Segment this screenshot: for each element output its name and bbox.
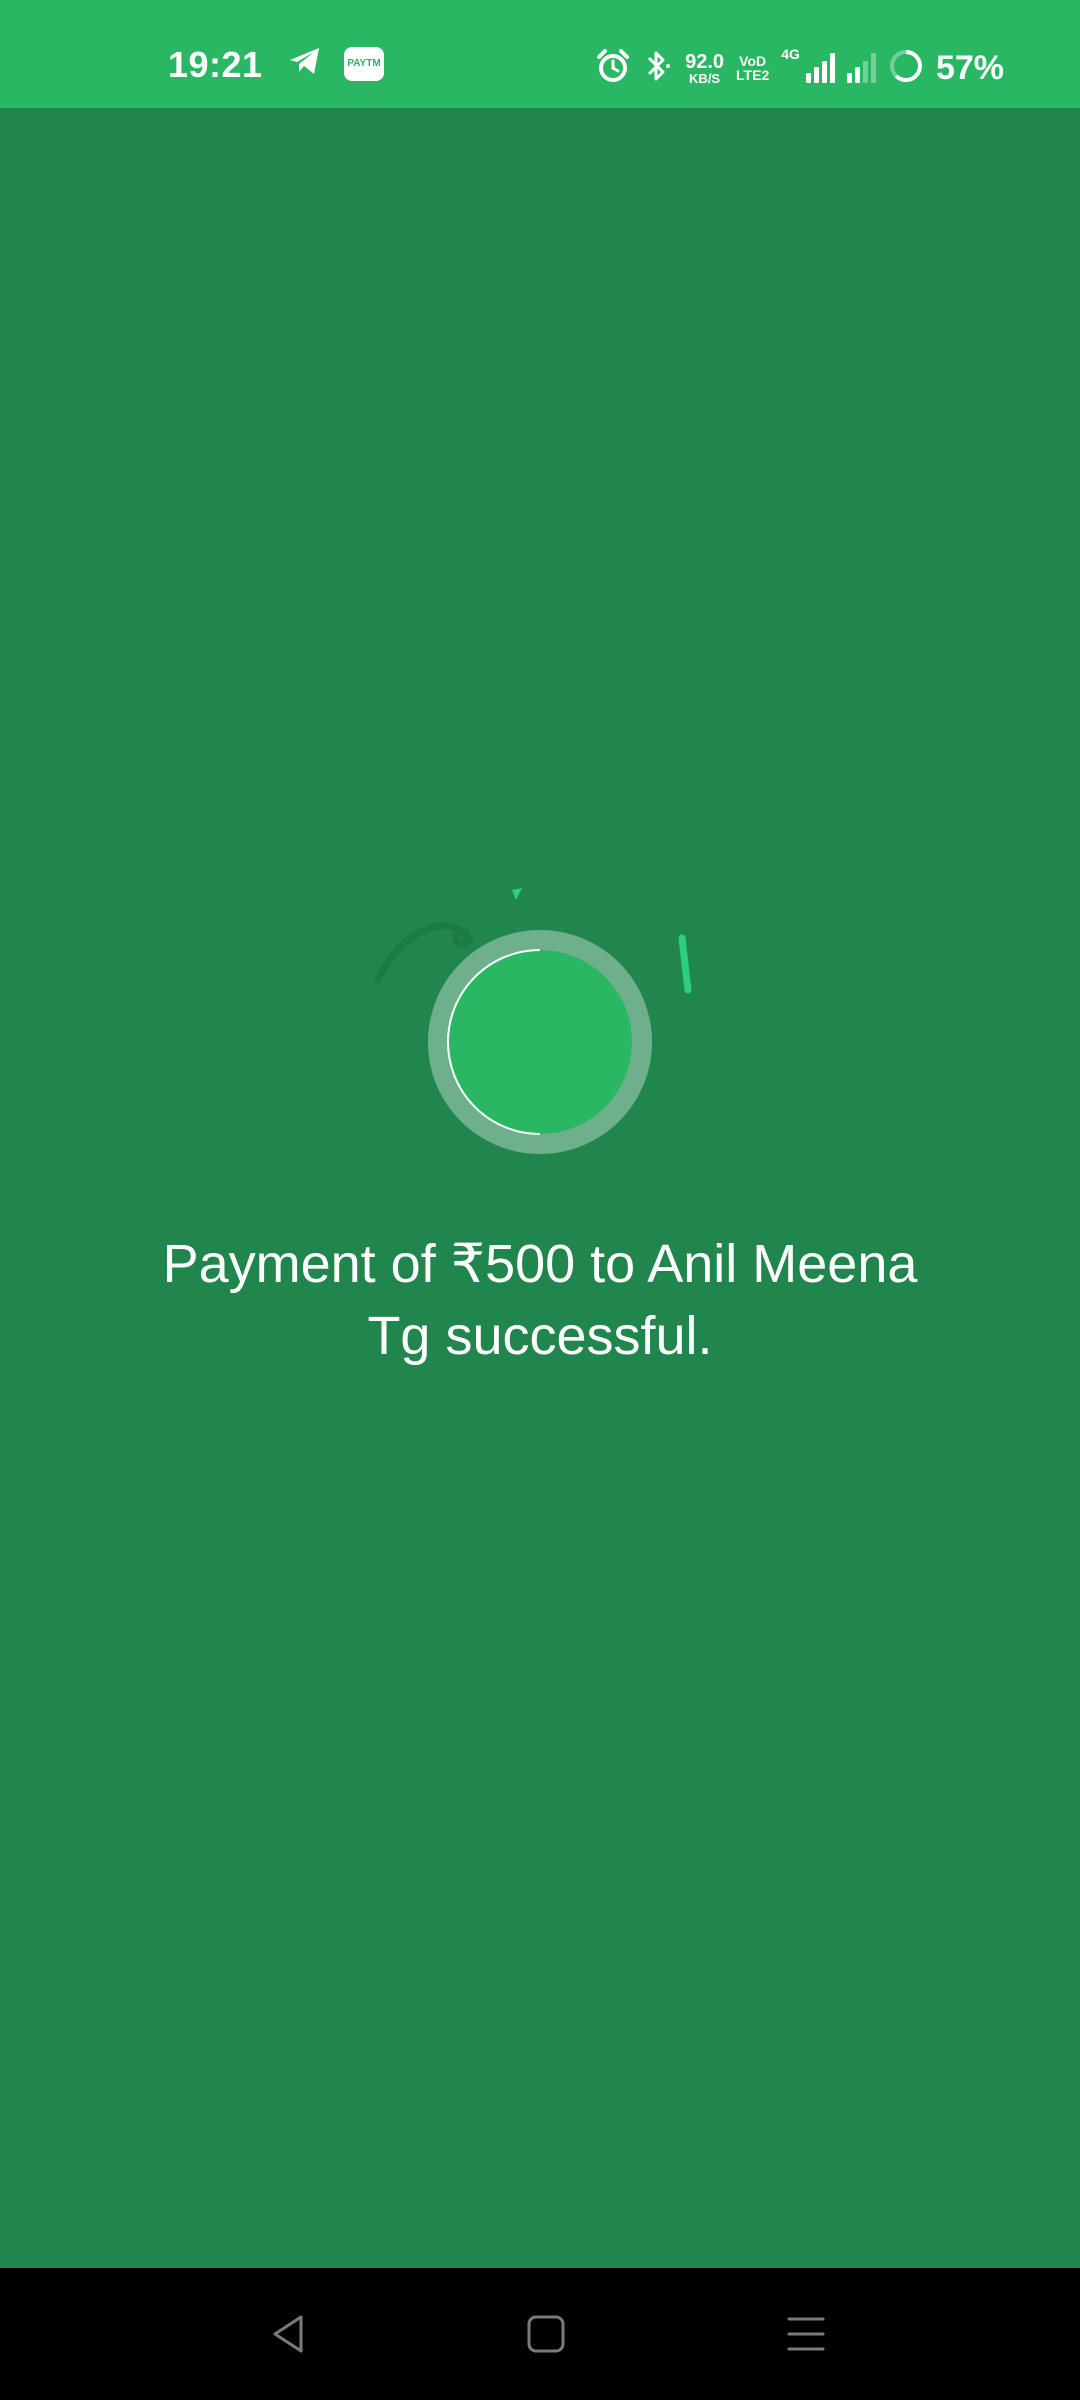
alarm-icon [595,48,631,89]
net-speed-unit: KB/S [689,70,721,86]
navigation-bar [0,2268,1080,2400]
message-line-2: Tg successful. [367,1306,713,1366]
status-right-icons: 92.0 KB/S VoD LTE2 4G 57% [595,44,1004,92]
volte-bottom: LTE2 [736,67,770,83]
bluetooth-icon [643,48,673,89]
confetti-triangle [512,888,522,900]
success-animation [360,870,720,1190]
network-type: 4G [781,46,800,62]
signal-sim2-icon [846,53,876,83]
battery-icon [888,48,924,89]
home-button[interactable] [510,2298,582,2370]
back-icon [273,2315,303,2353]
status-bar: 19:21 PAYTM 92.0 KB/S VoD LTE2 4G 57% [0,0,1080,108]
message-line-1: Payment of ₹500 to Anil Meena [162,1234,918,1294]
signal-icon [805,53,835,83]
paytm-icon: PAYTM [344,46,384,81]
status-left-icons: PAYTM [288,46,384,81]
status-time: 19:21 [168,44,263,85]
volte-top: VoD [739,53,767,69]
payment-success-message: Payment of ₹500 to Anil Meena Tg success… [90,1228,990,1372]
back-button[interactable] [252,2298,324,2370]
volte-indicator: VoD LTE2 [736,54,769,82]
recents-icon [787,2317,825,2351]
recents-button[interactable] [770,2298,842,2370]
confetti-streak [678,934,692,994]
battery-percent: 57% [935,48,1004,87]
net-speed-value: 92.0 [685,50,725,73]
net-speed: 92.0 KB/S [685,52,724,85]
telegram-icon [288,46,322,81]
home-icon [527,2315,565,2353]
